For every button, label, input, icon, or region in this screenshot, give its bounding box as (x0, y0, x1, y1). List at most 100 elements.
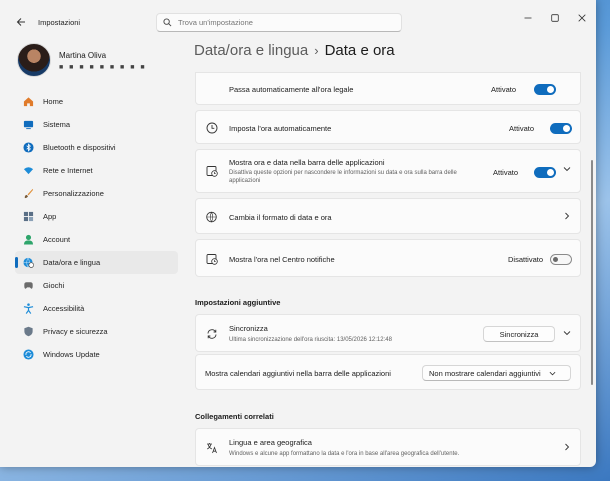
sidebar-item-label: Sistema (43, 120, 71, 129)
auto-time-toggle[interactable] (550, 123, 572, 134)
sidebar-item-label: Bluetooth e dispositivi (43, 143, 116, 152)
dst-setting-title: Passa automaticamente all'ora legale (229, 85, 354, 94)
notification-center-toggle-state: Disattivato (507, 255, 543, 264)
sidebar-item-apps[interactable]: App (15, 205, 178, 228)
sidebar-item-label: Giochi (43, 281, 65, 290)
sync-button[interactable]: Sincronizza (483, 326, 555, 342)
maximize-button[interactable] (542, 10, 568, 26)
clock-icon (206, 122, 218, 134)
update-icon (23, 349, 34, 360)
breadcrumb-separator: › (314, 43, 319, 58)
auto-time-toggle-state: Attivato (508, 124, 534, 133)
sidebar-item-system[interactable]: Sistema (15, 113, 178, 136)
chevron-down-icon (549, 371, 556, 375)
sidebar-item-bluetooth[interactable]: Bluetooth e dispositivi (15, 136, 178, 159)
language-region-link-description: Windows e alcune app formattano la data … (229, 451, 460, 457)
related-links-heading: Collegamenti correlati (195, 412, 274, 421)
search-icon (163, 18, 172, 27)
sidebar-item-network[interactable]: Rete e Internet (15, 159, 178, 182)
wifi-icon (23, 167, 34, 175)
account-icon (23, 234, 34, 245)
chevron-right-icon (565, 212, 570, 220)
title-bar: Impostazioni (0, 0, 596, 40)
language-icon (207, 443, 217, 454)
sidebar-item-label: Home (43, 97, 64, 106)
accessibility-icon (23, 303, 34, 314)
format-globe-icon (206, 211, 217, 223)
sidebar-item-privacy[interactable]: Privacy e sicurezza (15, 320, 178, 343)
additional-calendars-setting-title: Mostra calendari aggiuntivi nella barra … (205, 369, 391, 378)
additional-calendars-selected: Non mostrare calendari aggiuntivi (429, 368, 541, 378)
sidebar-item-account[interactable]: Account (15, 228, 178, 251)
chevron-right-icon (565, 443, 570, 451)
sidebar-item-label: Personalizzazione (43, 189, 104, 198)
additional-calendars-select[interactable]: Non mostrare calendari aggiuntivi (422, 365, 571, 381)
language-region-link-title: Lingua e area geografica (229, 438, 312, 447)
gamepad-icon (24, 282, 33, 289)
expand-button[interactable] (562, 329, 572, 339)
sidebar-item-label: Data/ora e lingua (43, 258, 101, 267)
sync-setting-card: Sincronizza Ultima sincronizzazione dell… (195, 314, 581, 352)
sidebar-item-accessibility[interactable]: Accessibilità (15, 297, 178, 320)
sidebar-item-label: Privacy e sicurezza (43, 327, 108, 336)
calendar-clock-icon (206, 166, 218, 177)
close-icon (578, 14, 586, 22)
globe-clock-icon (23, 257, 34, 268)
scrollbar[interactable] (591, 160, 593, 385)
expand-button[interactable] (562, 165, 572, 175)
taskbar-time-setting-description: Disattiva queste opzioni per nascondere … (229, 170, 457, 184)
sidebar-item-label: Windows Update (43, 350, 100, 359)
sidebar-item-home[interactable]: Home (15, 90, 178, 113)
sidebar-item-label: Account (43, 235, 71, 244)
avatar (17, 43, 51, 77)
breadcrumb-parent[interactable]: Data/ora e lingua (194, 42, 308, 59)
dst-toggle[interactable] (534, 84, 556, 95)
shield-icon (24, 326, 33, 337)
sidebar-item-windows-update[interactable]: Windows Update (15, 343, 178, 366)
sync-setting-title: Sincronizza (229, 324, 268, 333)
auto-time-setting-title: Imposta l'ora automaticamente (229, 124, 332, 133)
dst-toggle-state: Attivato (490, 85, 516, 94)
navigate-button[interactable] (562, 443, 572, 453)
close-button[interactable] (569, 10, 595, 26)
auto-time-setting-card: Imposta l'ora automaticamente Attivato (195, 110, 581, 144)
minimize-button[interactable] (515, 10, 541, 26)
maximize-icon (551, 14, 559, 22)
page-title: Data e ora (324, 42, 395, 59)
date-format-setting-card[interactable]: Cambia il formato di data e ora (195, 198, 581, 234)
sidebar-item-label: Accessibilità (43, 304, 85, 313)
search-input[interactable] (178, 18, 388, 27)
back-arrow-icon (16, 18, 25, 26)
user-email: ■ ■ ■ ■ ■ ■ ■ ■ ■ (59, 64, 147, 71)
home-icon (23, 97, 34, 107)
language-region-link-card[interactable]: Lingua e area geografica Windows e alcun… (195, 428, 581, 466)
additional-calendars-setting-card: Mostra calendari aggiuntivi nella barra … (195, 354, 581, 390)
back-button[interactable] (13, 14, 29, 30)
app-title: Impostazioni (38, 18, 81, 27)
additional-settings-heading: Impostazioni aggiuntive (195, 298, 281, 307)
chevron-down-icon (563, 331, 571, 336)
settings-window: Impostazioni Martina Oliva ■ ■ ■ ■ ■ ■ ■… (0, 0, 596, 467)
sidebar-item-gaming[interactable]: Giochi (15, 274, 178, 297)
sidebar-item-time-language[interactable]: Data/ora e lingua (15, 251, 178, 274)
date-format-setting-title: Cambia il formato di data e ora (229, 213, 332, 222)
taskbar-time-toggle[interactable] (534, 167, 556, 178)
navigate-button[interactable] (562, 212, 572, 222)
brush-icon (24, 188, 34, 199)
sidebar-nav: Home Sistema Bluetooth e dispositivi Ret… (15, 90, 178, 366)
sync-last-run: Ultima sincronizzazione dell'ora riuscit… (229, 337, 392, 343)
taskbar-time-setting-card: Mostra ora e data nella barra delle appl… (195, 149, 581, 193)
chevron-down-icon (563, 167, 571, 172)
sidebar-item-personalization[interactable]: Personalizzazione (15, 182, 178, 205)
sidebar-item-label: Rete e Internet (43, 166, 93, 175)
bluetooth-icon (23, 142, 34, 153)
dst-setting-card: Passa automaticamente all'ora legale Att… (195, 72, 581, 105)
search-box[interactable] (156, 13, 402, 32)
notification-center-setting-card: Mostra l'ora nel Centro notifiche Disatt… (195, 239, 581, 277)
notification-clock-icon (206, 254, 218, 265)
system-icon (23, 120, 34, 130)
taskbar-time-toggle-state: Attivato (492, 168, 518, 177)
user-name: Martina Oliva (59, 51, 107, 60)
notification-center-toggle[interactable] (550, 254, 572, 265)
sidebar-item-label: App (43, 212, 57, 221)
